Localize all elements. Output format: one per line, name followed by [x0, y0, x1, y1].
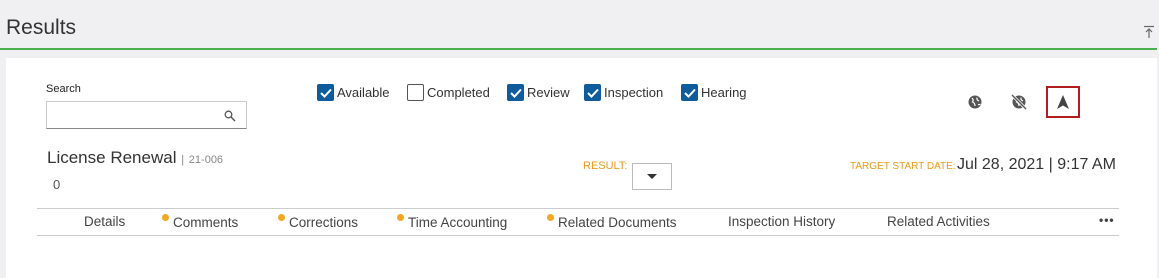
tab-time-accounting[interactable]: Time Accounting — [397, 214, 507, 230]
result-dropdown[interactable] — [632, 163, 672, 190]
search-icon[interactable] — [224, 109, 236, 122]
tab-related-documents[interactable]: Related Documents — [547, 214, 677, 230]
collapse-to-top-icon[interactable] — [1143, 25, 1155, 39]
page-title: Results — [6, 16, 77, 39]
tab-label: Corrections — [289, 215, 359, 230]
checkbox-checked-icon[interactable] — [584, 84, 601, 101]
navigate-arrow-icon — [1057, 95, 1069, 109]
globe-icon[interactable] — [966, 93, 984, 111]
more-options-icon[interactable]: ••• — [1099, 213, 1115, 227]
checkbox-checked-icon[interactable] — [317, 84, 334, 101]
tab-comments[interactable]: Comments — [162, 214, 238, 230]
record-title: License Renewal | 21-006 — [47, 148, 223, 168]
notification-dot-icon — [397, 214, 404, 221]
tabs-divider-bottom — [37, 235, 1119, 236]
filter-hearing[interactable]: Hearing — [681, 84, 747, 101]
chevron-down-icon — [647, 174, 657, 179]
navigate-button[interactable] — [1046, 86, 1080, 118]
filter-review[interactable]: Review — [507, 84, 570, 101]
globe-off-icon[interactable] — [1010, 93, 1028, 111]
record-name: License Renewal — [47, 148, 177, 167]
search-input[interactable] — [46, 101, 247, 129]
record-separator: | — [181, 154, 185, 166]
tab-label: Details — [84, 214, 126, 229]
notification-dot-icon — [162, 214, 169, 221]
target-start-date-value: Jul 28, 2021 | 9:17 AM — [957, 156, 1116, 173]
result-label: RESULT: — [583, 160, 628, 172]
tab-label: Time Accounting — [408, 215, 508, 230]
filter-available[interactable]: Available — [317, 84, 390, 101]
filter-label: Available — [337, 85, 390, 100]
results-header: Results — [0, 0, 1159, 50]
tab-corrections[interactable]: Corrections — [278, 214, 358, 230]
header-divider — [0, 48, 1157, 50]
tab-label: Inspection History — [728, 214, 836, 229]
target-start-date-label: TARGET START DATE: — [850, 161, 956, 172]
filter-label: Hearing — [701, 85, 747, 100]
tab-related-activities[interactable]: Related Activities — [887, 214, 990, 229]
filter-completed[interactable]: Completed — [407, 84, 490, 101]
tab-label: Related Documents — [558, 215, 677, 230]
notification-dot-icon — [278, 214, 285, 221]
search-label: Search — [46, 83, 81, 95]
filter-label: Inspection — [604, 85, 664, 100]
filter-inspection[interactable]: Inspection — [584, 84, 663, 101]
checkbox-checked-icon[interactable] — [681, 84, 698, 101]
record-count: 0 — [53, 177, 61, 192]
filter-label: Completed — [427, 85, 490, 100]
record-id: 21-006 — [188, 154, 224, 166]
filter-label: Review — [527, 85, 570, 100]
checkbox-checked-icon[interactable] — [507, 84, 524, 101]
tabs-divider-top — [37, 208, 1119, 209]
notification-dot-icon — [547, 214, 554, 221]
checkbox-unchecked-icon[interactable] — [407, 84, 424, 101]
tab-details[interactable]: Details — [84, 214, 125, 229]
tab-inspection-history[interactable]: Inspection History — [728, 214, 835, 229]
tab-label: Comments — [173, 215, 239, 230]
tab-label: Related Activities — [887, 214, 990, 229]
